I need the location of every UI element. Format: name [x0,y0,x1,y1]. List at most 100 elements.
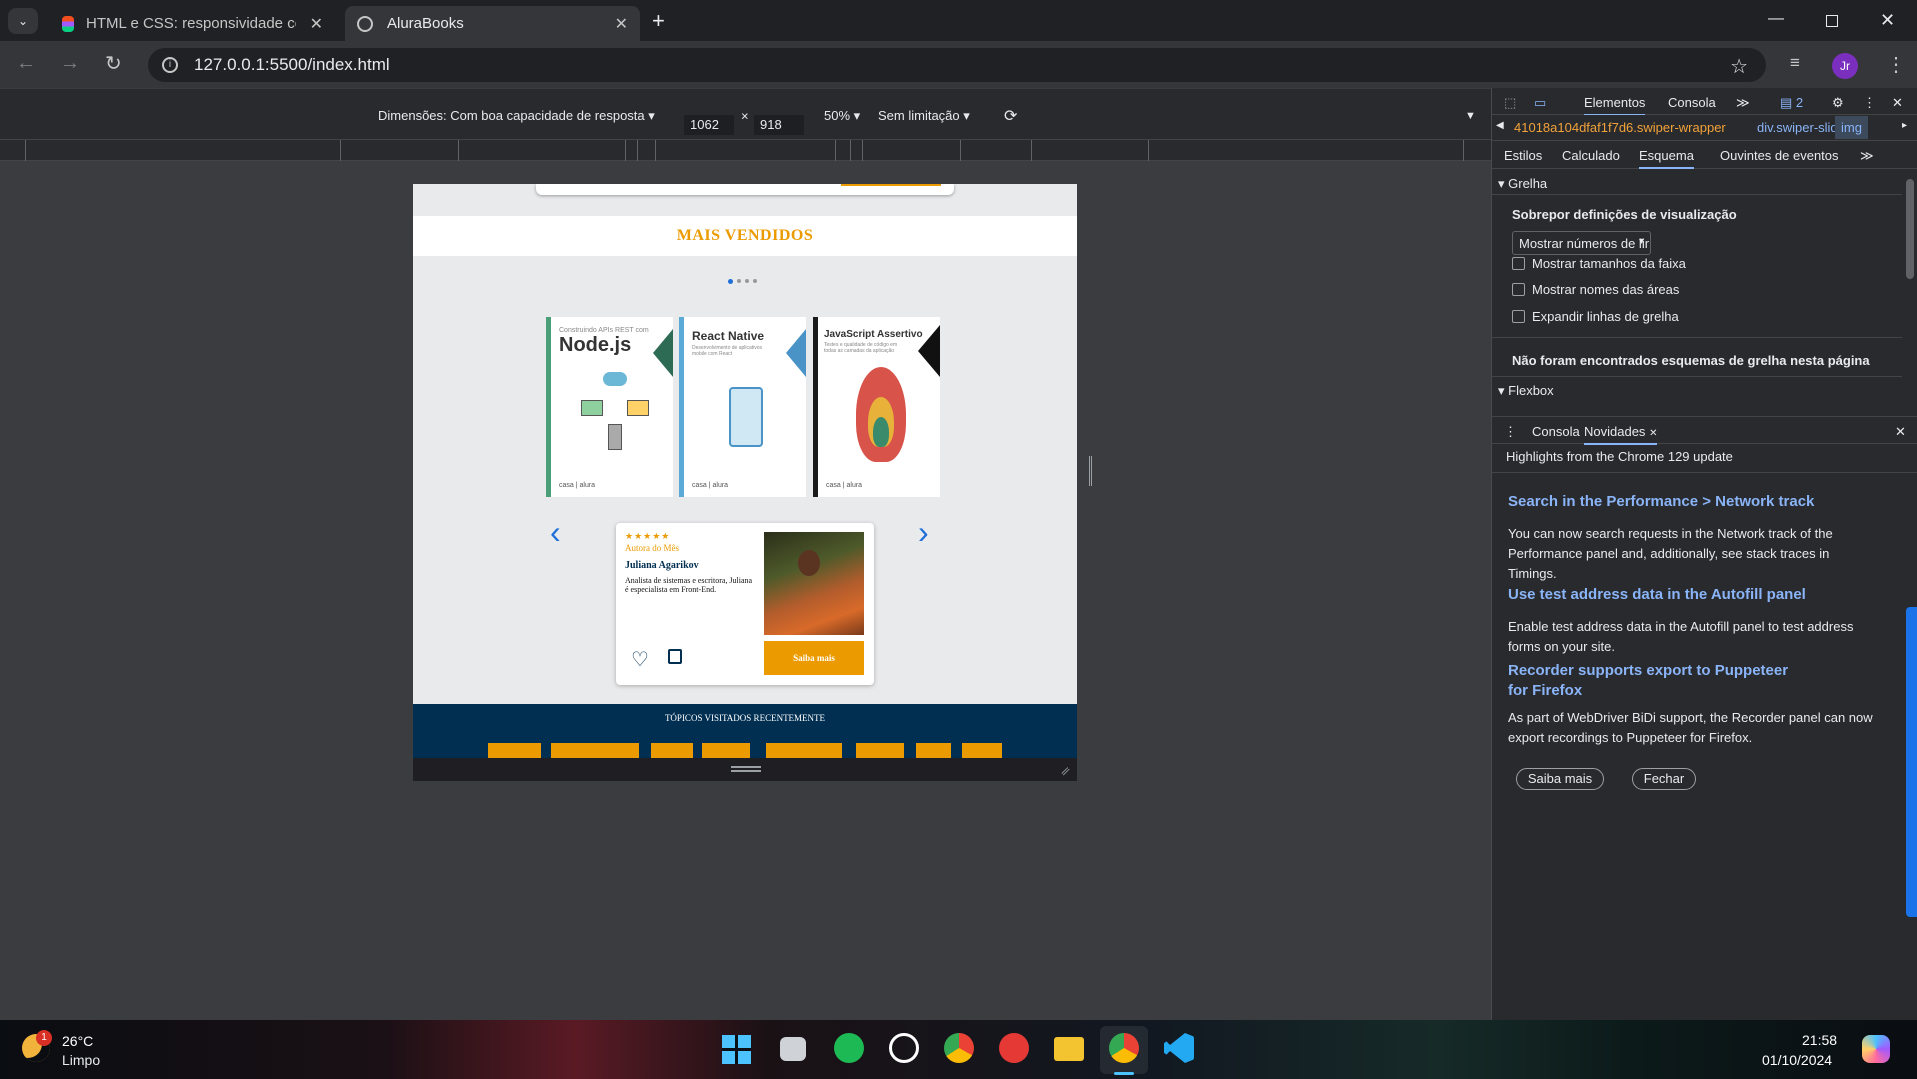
site-info-icon[interactable]: i [162,57,178,73]
tab-console[interactable]: Consola [1668,95,1716,110]
resize-handle-corner[interactable]: ═ [1057,763,1073,779]
chrome-profile-icon[interactable] [1109,1033,1139,1063]
pagination-dot[interactable] [753,279,757,283]
learn-more-button[interactable]: Saiba mais [764,641,864,675]
vscode-icon[interactable] [1164,1033,1194,1063]
pagination-dot-active[interactable] [728,279,733,284]
resize-handle-bottom[interactable] [731,766,761,768]
book-cover[interactable]: React Native Desenvolvimento de aplicati… [679,317,806,497]
learn-more-button[interactable]: Saiba mais [1516,768,1604,790]
issues-icon[interactable]: ▤ 2 [1780,95,1803,111]
more-tabs-icon[interactable]: ≫ [1736,95,1750,111]
grid-section-toggle[interactable]: ▾ Grelha [1498,176,1547,192]
zoom-dropdown[interactable]: 50% ▾ [824,108,860,124]
height-input[interactable]: 918 [754,115,804,135]
more-subtabs-icon[interactable]: ≫ [1860,148,1874,164]
reload-icon[interactable]: ↻ [105,51,122,76]
whats-new-heading[interactable]: Use test address data in the Autofill pa… [1508,585,1878,605]
line-names-dropdown[interactable]: Mostrar números de lir ▾ [1512,231,1651,255]
inspect-element-icon[interactable]: ⬚ [1504,95,1516,111]
throttle-dropdown[interactable]: Sem limitação ▾ [878,108,970,124]
rotate-icon[interactable]: ⟳ [1004,106,1017,126]
whatsapp-icon[interactable] [889,1033,919,1063]
close-icon[interactable]: ✕ [310,14,323,34]
close-button[interactable]: Fechar [1632,768,1696,790]
drawer-tab-whats-new[interactable]: Novidades ✕ [1584,424,1658,445]
back-icon[interactable]: ← [16,52,36,75]
close-window-button[interactable]: ✕ [1880,10,1895,31]
topic-tag[interactable] [962,743,1002,758]
profile-avatar[interactable]: Jr [1832,53,1858,79]
device-toggle-icon[interactable]: ▭ [1534,95,1546,111]
restore-button[interactable] [1826,15,1838,27]
pagination-dot[interactable] [745,279,749,283]
search-button-remnant[interactable] [841,184,941,186]
tab-search-button[interactable]: ⌄ [8,8,38,34]
clock-time[interactable]: 21:58 [1802,1032,1837,1048]
tab-elements[interactable]: Elementos [1584,95,1646,116]
resize-handle-right[interactable] [1089,456,1092,486]
more-menu-icon[interactable]: ⋮ [1886,52,1906,77]
close-devtools-icon[interactable]: ✕ [1892,95,1903,111]
media-query-ruler[interactable] [0,139,1491,162]
devtools-menu-icon[interactable]: ⋮ [1863,95,1876,111]
scrollbar-thumb[interactable] [1906,179,1914,279]
tab-layout[interactable]: Esquema [1639,148,1694,169]
carousel-next-arrow[interactable]: › [918,514,929,551]
book-cover[interactable]: Construindo APIs REST com Node.js casa |… [546,317,673,497]
breadcrumb-img[interactable]: img [1835,116,1868,139]
file-explorer-icon[interactable] [1054,1037,1084,1061]
drawer-menu-icon[interactable]: ⋮ [1504,424,1517,440]
clock-date[interactable]: 01/10/2024 [1762,1052,1832,1068]
task-view-icon[interactable] [780,1037,806,1061]
layout-scrollbar[interactable] [1904,169,1916,409]
topic-tag[interactable] [856,743,904,758]
topic-tag[interactable] [702,743,750,758]
whats-new-heading[interactable]: Search in the Performance > Network trac… [1508,492,1878,512]
whats-new-heading[interactable]: Recorder supports export to Puppeteer fo… [1508,661,1808,701]
shopping-bag-icon[interactable] [668,649,682,664]
carousel-prev-arrow[interactable]: ‹ [550,514,561,551]
flexbox-section-toggle[interactable]: ▾ Flexbox [1498,383,1554,399]
book-cover[interactable]: JavaScript Assertivo Testes e qualidade … [813,317,940,497]
tab-alurabooks[interactable]: AluraBooks ✕ [345,6,640,41]
forward-icon[interactable]: → [60,52,80,75]
media-controls-icon[interactable]: ≡ [1790,53,1800,73]
bookmark-star-icon[interactable]: ☆ [1730,54,1748,79]
close-drawer-icon[interactable]: ✕ [1895,424,1906,440]
tab-event-listeners[interactable]: Ouvintes de eventos [1720,148,1839,163]
spotify-icon[interactable] [834,1033,864,1063]
new-tab-button[interactable]: + [652,8,665,34]
settings-icon[interactable]: ⚙ [1832,95,1844,111]
breadcrumb-scroll-left[interactable]: ◀ [1496,120,1504,131]
breadcrumb-swiper-wrapper[interactable]: 41018a104dfaf1f7d6.swiper-wrapper [1514,120,1726,135]
close-icon[interactable]: ✕ [615,14,628,34]
carousel-pagination[interactable] [728,279,768,285]
width-input[interactable]: 1062 [684,115,734,135]
breadcrumb-scroll-right[interactable]: ▸ [1902,120,1907,131]
copilot-icon[interactable] [1862,1035,1890,1063]
extend-lines-checkbox[interactable] [1512,310,1525,323]
pagination-dot[interactable] [737,279,741,283]
topic-tag[interactable] [651,743,693,758]
area-names-checkbox[interactable] [1512,283,1525,296]
tab-html-css[interactable]: HTML e CSS: responsividade co ✕ [50,6,335,41]
track-sizes-checkbox[interactable] [1512,257,1525,270]
chrome-icon[interactable] [944,1033,974,1063]
close-icon[interactable]: ✕ [1649,428,1657,439]
windows-start-icon[interactable] [722,1035,751,1064]
breadcrumb-swiper-slide[interactable]: div.swiper-slide [1757,120,1845,135]
tab-computed[interactable]: Calculado [1562,148,1620,163]
device-options-icon[interactable]: ▼ [1465,110,1476,122]
topic-tag[interactable] [488,743,541,758]
topic-tag[interactable] [916,743,951,758]
topic-tag[interactable] [551,743,639,758]
heart-icon[interactable]: ♡ [631,647,649,672]
dimensions-dropdown[interactable]: Dimensões: Com boa capacidade de respost… [378,108,655,124]
youtube-music-icon[interactable] [999,1033,1029,1063]
tab-styles[interactable]: Estilos [1504,148,1542,163]
topic-tag[interactable] [766,743,842,758]
drawer-tab-console[interactable]: Consola [1532,424,1580,439]
minimize-button[interactable]: — [1768,10,1784,28]
address-bar[interactable]: i 127.0.0.1:5500/index.html ☆ [148,48,1766,82]
